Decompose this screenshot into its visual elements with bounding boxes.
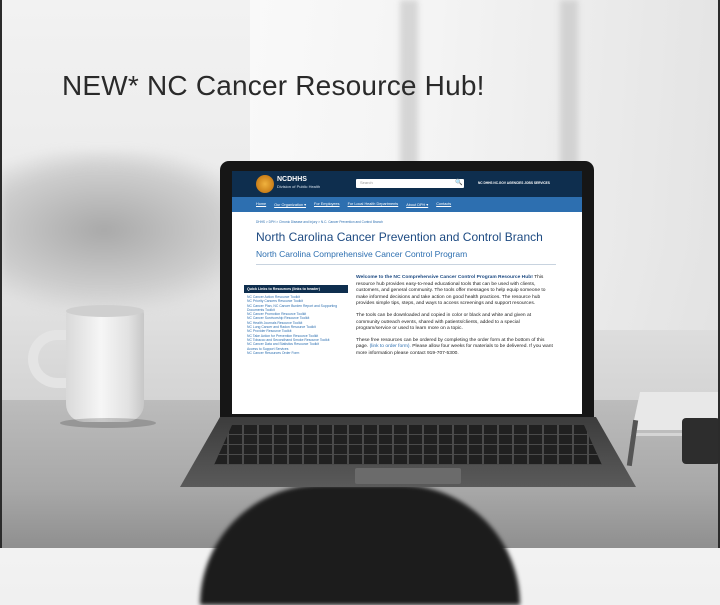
quick-link[interactable]: NC Cancer Resources Order Form: [244, 351, 348, 355]
coffee-mug: [66, 310, 144, 422]
intro-lead: Welcome to the NC Comprehensive Cancer C…: [356, 275, 533, 280]
slide-border-left: [0, 0, 2, 548]
nav-item-local-health[interactable]: For Local Health Departments: [348, 202, 399, 207]
nav-item-home[interactable]: Home: [256, 202, 266, 207]
intro-paragraph: Welcome to the NC Comprehensive Cancer C…: [356, 275, 556, 308]
quick-links-header: Quick Links to Resources (links to heade…: [244, 285, 348, 293]
main-content: Welcome to the NC Comprehensive Cancer C…: [356, 275, 556, 363]
nav-item-contacts[interactable]: Contacts: [436, 202, 451, 207]
ncdhhs-logo-icon[interactable]: [256, 175, 274, 193]
quick-links-panel: Quick Links to Resources (links to heade…: [244, 285, 348, 414]
nav-item-our-organization[interactable]: Our Organization ▾: [274, 202, 306, 207]
slide-title: NEW* NC Cancer Resource Hub!: [62, 70, 485, 101]
search-placeholder: Search: [360, 180, 373, 185]
main-nav: Home Our Organization ▾ For Employees Fo…: [256, 202, 451, 207]
logo-subtitle: Division of Public Health: [277, 184, 321, 189]
divider: [256, 264, 556, 265]
page-subtitle: North Carolina Comprehensive Cancer Cont…: [256, 249, 468, 259]
page-title: North Carolina Cancer Prevention and Con…: [256, 230, 543, 244]
logo-title[interactable]: NCDHHS: [277, 176, 307, 183]
order-form-link[interactable]: (link to order form).: [370, 344, 411, 349]
mug-rim: [66, 305, 144, 317]
breadcrumb[interactable]: DHHS > DPH > Chronic Disease and Injury …: [256, 220, 383, 224]
download-paragraph: The tools can be downloaded and copied i…: [356, 312, 532, 332]
quick-link[interactable]: NC Cancer Plan, NC Cancer Burden Report …: [244, 304, 348, 313]
order-paragraph: These free resources can be ordered by c…: [356, 338, 556, 358]
top-links[interactable]: NC DHHS NC.GOV AGENCIES JOBS SERVICES: [478, 181, 550, 185]
mug-shadow: [60, 418, 156, 428]
search-icon[interactable]: 🔍: [455, 179, 462, 186]
nav-item-about-dph[interactable]: About DPH ▾: [406, 202, 428, 207]
laptop-screen: NCDHHS Division of Public Health Search …: [232, 171, 582, 414]
nav-item-for-employees[interactable]: For Employees: [314, 202, 340, 207]
laptop-trackpad: [355, 468, 461, 484]
keyboard-rows: [214, 425, 602, 465]
phone: [682, 418, 720, 464]
